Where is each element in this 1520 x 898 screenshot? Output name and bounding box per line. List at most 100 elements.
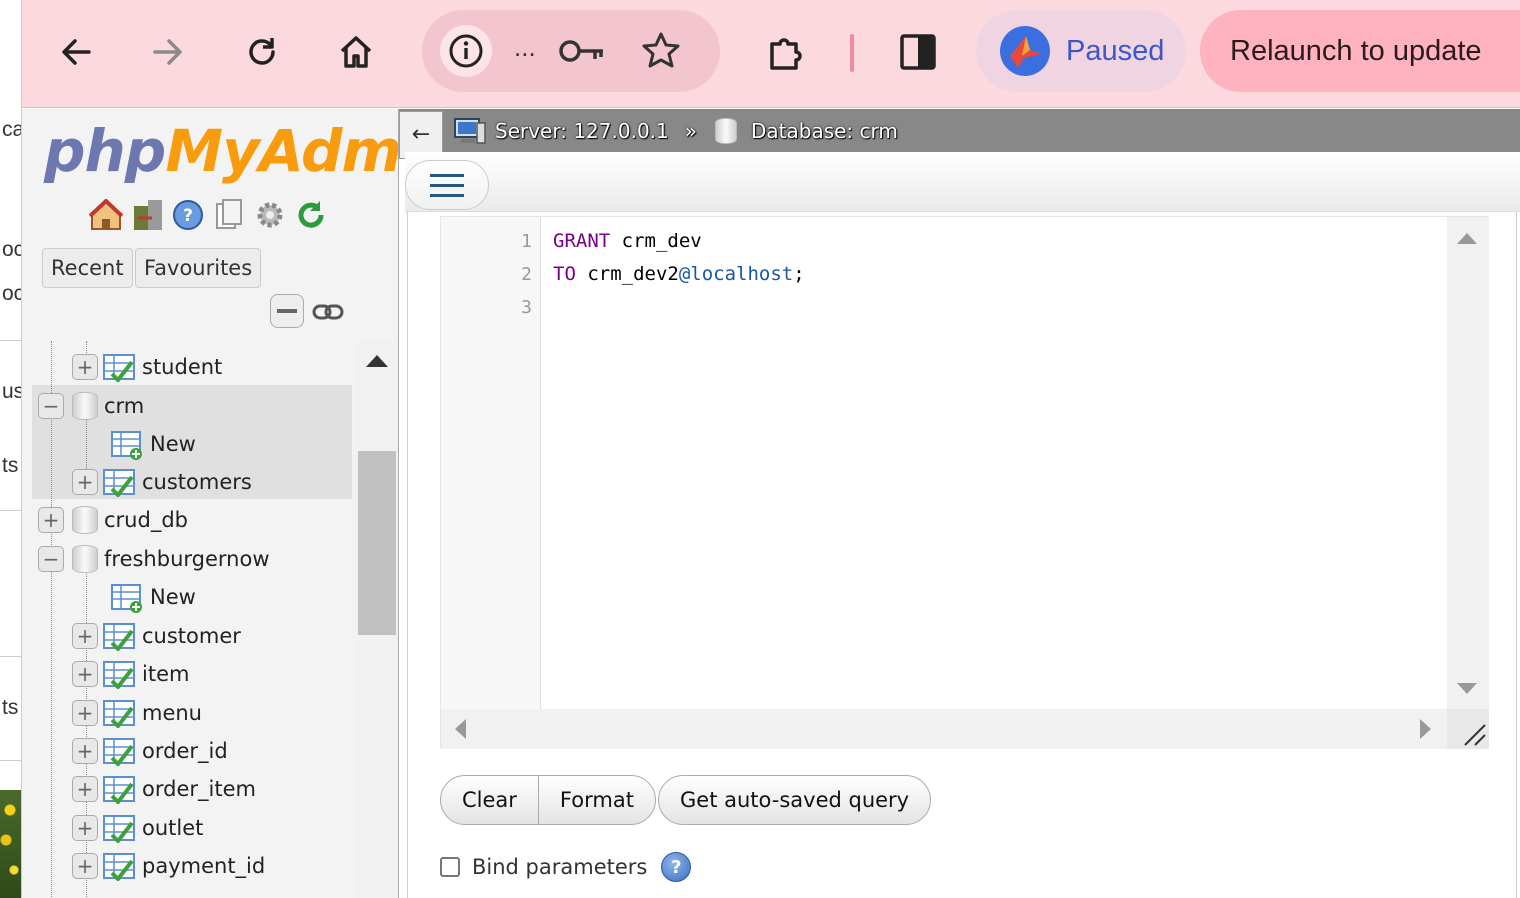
code-line: TO crm_dev2@localhost; <box>553 263 805 285</box>
tree-item-db[interactable]: − crm <box>38 387 144 425</box>
new-table-icon <box>110 429 144 460</box>
sql-editor[interactable]: 1 2 3 GRANT crm_dev TO crm_dev2@localhos… <box>440 216 1489 749</box>
reload-button[interactable] <box>234 24 290 80</box>
profile-paused-button[interactable]: Paused <box>976 10 1186 92</box>
database-icon <box>715 117 737 144</box>
phpmyadmin-logo[interactable]: phpMyAdmin <box>44 115 398 187</box>
clear-button[interactable]: Clear <box>441 776 538 824</box>
tree-item-new[interactable]: New <box>106 425 196 463</box>
scroll-thumb[interactable] <box>358 451 396 635</box>
help-icon[interactable]: ? <box>661 852 692 882</box>
tree-item-table[interactable]: + menu <box>72 694 202 732</box>
home-icon[interactable] <box>88 197 124 233</box>
docs-icon[interactable] <box>211 197 247 233</box>
tree-item-table[interactable]: + outlet <box>72 809 203 847</box>
help-icon[interactable]: ? <box>170 197 206 233</box>
expand-icon[interactable]: + <box>72 469 98 495</box>
omnibox[interactable]: ... <box>422 10 720 92</box>
tree-item-table[interactable]: + customer <box>72 617 241 655</box>
breadcrumb-server-label: Server: 127.0.0.1 <box>495 118 669 143</box>
database-icon <box>72 506 98 534</box>
editor-actions: Clear Format <box>440 775 656 825</box>
tree-item-table[interactable]: + order_id <box>72 732 228 770</box>
table-icon <box>102 352 136 384</box>
reload-nav-icon[interactable] <box>293 197 329 233</box>
breadcrumb-database[interactable]: Database: crm <box>715 117 898 144</box>
tree-item-db[interactable]: − freshburgernow <box>38 540 270 578</box>
tree-item-new[interactable]: New <box>106 578 196 616</box>
breadcrumb: ← Server: 127.0.0.1 » Database: crm <box>399 109 1520 159</box>
scroll-right-icon[interactable] <box>1420 719 1431 739</box>
expand-icon[interactable]: + <box>72 853 98 879</box>
link-with-main-icon[interactable] <box>312 303 344 325</box>
expand-icon[interactable]: + <box>72 738 98 764</box>
side-panel-button[interactable] <box>890 24 946 80</box>
side-panel-icon <box>900 34 936 70</box>
tree-item-table[interactable]: + customers <box>72 463 252 501</box>
resize-grip-icon[interactable] <box>1447 709 1489 749</box>
tree-item-table[interactable]: + order_item <box>72 770 256 808</box>
tree-item-db[interactable]: + crud_db <box>38 501 188 539</box>
tree-item-table[interactable]: + student <box>72 348 222 386</box>
sql-text: crm_dev <box>610 230 702 252</box>
format-button[interactable]: Format <box>537 776 655 824</box>
database-icon <box>72 545 98 573</box>
expand-icon[interactable]: + <box>38 507 64 533</box>
extensions-button[interactable] <box>758 24 814 80</box>
new-table-icon <box>110 582 144 613</box>
home-button[interactable] <box>328 24 384 80</box>
forward-button[interactable] <box>140 24 196 80</box>
settings-gear-icon[interactable] <box>252 197 288 233</box>
line-number-gutter: 1 2 3 <box>441 217 541 709</box>
tree-item-table[interactable]: + item <box>72 655 189 693</box>
background-window-strip: ca oc oc us ts ts <box>0 0 22 898</box>
tree-item-label: order_item <box>142 777 256 801</box>
expand-icon[interactable]: + <box>72 661 98 687</box>
server-icon <box>454 117 486 144</box>
tab-recent[interactable]: Recent <box>42 248 133 288</box>
scroll-down-icon[interactable] <box>1457 683 1477 694</box>
menu-bar <box>405 152 1520 212</box>
table-icon <box>102 851 136 883</box>
scroll-up-icon[interactable] <box>1457 233 1477 244</box>
bookmark-star-icon[interactable] <box>640 30 682 76</box>
hamburger-menu-icon[interactable] <box>405 160 489 210</box>
collapse-icon[interactable]: − <box>38 546 64 572</box>
collapse-all-button[interactable] <box>270 294 304 328</box>
logout-icon[interactable] <box>129 197 165 233</box>
relaunch-button[interactable]: Relaunch to update <box>1200 10 1520 92</box>
editor-horizontal-scrollbar[interactable] <box>441 709 1447 749</box>
expand-icon[interactable]: + <box>72 623 98 649</box>
table-icon <box>102 698 136 730</box>
password-key-icon[interactable] <box>558 36 606 70</box>
expand-icon[interactable]: + <box>72 354 98 380</box>
table-icon <box>102 813 136 845</box>
collapse-icon[interactable]: − <box>38 393 64 419</box>
nav-scrollbar[interactable] <box>356 341 398 898</box>
bind-parameters-row: Bind parameters ? <box>440 852 692 882</box>
table-icon <box>102 774 136 806</box>
tree-item-label: customers <box>142 470 252 494</box>
arrow-right-icon <box>153 39 182 65</box>
breadcrumb-server[interactable]: Server: 127.0.0.1 <box>453 117 669 145</box>
tree-item-table[interactable]: + payment_id <box>72 847 265 885</box>
bind-parameters-checkbox[interactable] <box>440 857 460 877</box>
table-icon <box>102 467 136 499</box>
relaunch-label: Relaunch to update <box>1230 34 1482 67</box>
site-info-button[interactable] <box>440 25 492 77</box>
expand-icon[interactable]: + <box>72 776 98 802</box>
expand-icon[interactable]: + <box>72 700 98 726</box>
scroll-left-icon[interactable] <box>455 719 466 739</box>
back-button[interactable] <box>48 24 104 80</box>
bind-parameters-label: Bind parameters <box>472 855 648 879</box>
database-tree: + student − crm New + customers + crud_d… <box>22 341 356 898</box>
tab-favourites[interactable]: Favourites <box>135 248 262 288</box>
sql-text: ; <box>793 263 805 285</box>
scroll-up-icon[interactable] <box>366 355 388 367</box>
editor-vertical-scrollbar[interactable] <box>1447 217 1489 709</box>
main-panel: ← Server: 127.0.0.1 » Database: crm 1 2 … <box>398 109 1520 898</box>
pma-navigation: phpMyAdmin ? Recent Favourites <box>22 109 398 898</box>
get-auto-saved-query-button[interactable]: Get auto-saved query <box>659 776 930 824</box>
expand-icon[interactable]: + <box>72 815 98 841</box>
database-icon <box>72 392 98 420</box>
